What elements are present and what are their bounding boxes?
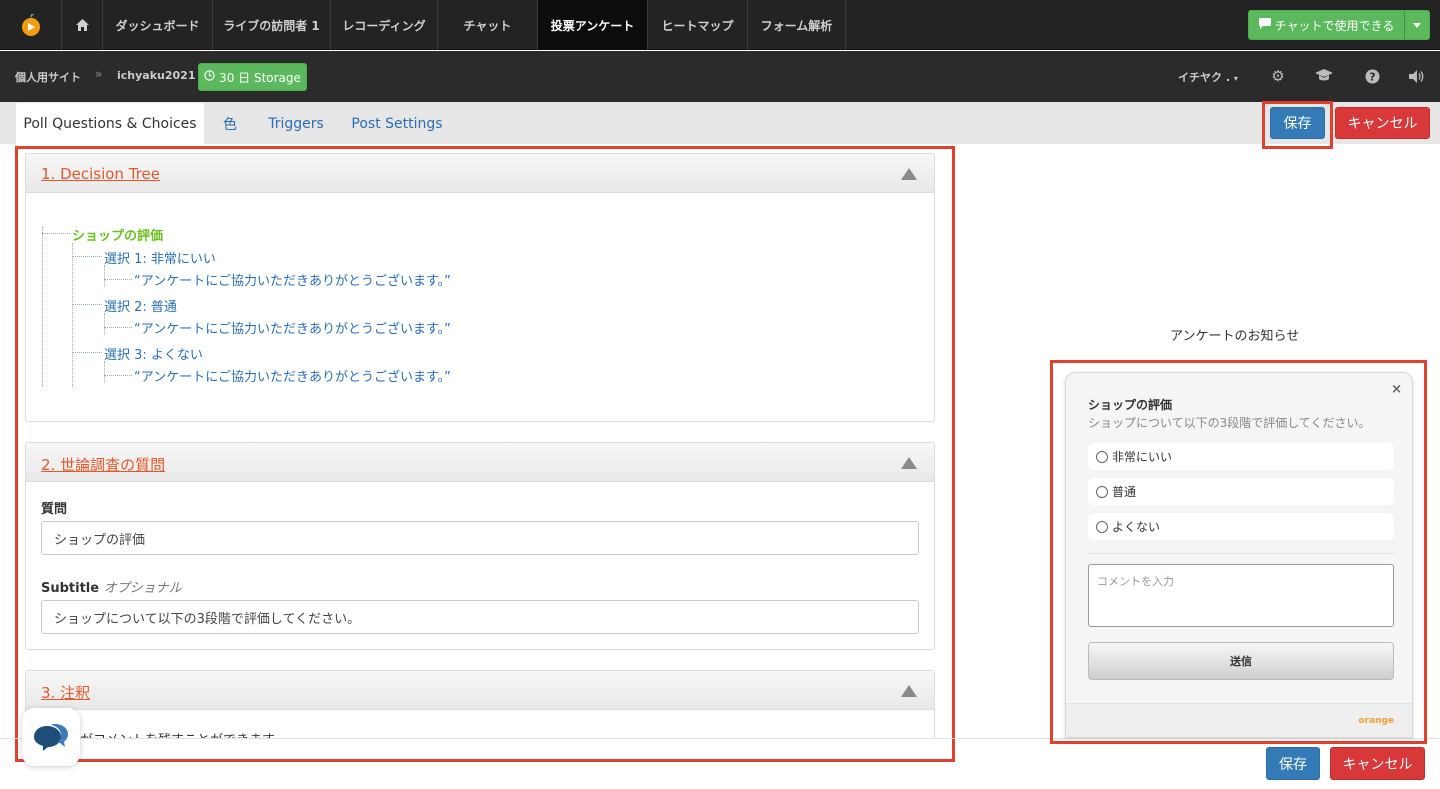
site-bar: 個人用サイト » ichyaku2021 30 日 Storage イチヤク .…	[0, 51, 1440, 102]
tree-line	[72, 352, 102, 353]
nav-polls[interactable]: 投票アンケート	[538, 0, 648, 50]
help-icon[interactable]: ?	[1361, 65, 1383, 87]
tab-triggers[interactable]: Triggers	[262, 103, 330, 144]
nav-live-visitors[interactable]: ライブの訪問者 1	[213, 0, 331, 50]
preview-heading: アンケートのお知らせ	[1170, 329, 1300, 344]
widget-option-label: 非常にいい	[1112, 450, 1173, 464]
radio-icon[interactable]	[1096, 450, 1108, 463]
subtitle-label: Subtitle オプショナル	[41, 577, 182, 596]
question-panel: 2. 世論調査の質問 質問 ショップの評価 Subtitle オプショナル ショ…	[25, 442, 935, 650]
user-menu[interactable]: イチヤク . ▾	[1178, 69, 1238, 85]
tree-line	[72, 256, 102, 257]
question-input[interactable]: ショップの評価	[41, 521, 919, 555]
tree-line	[104, 375, 132, 376]
speaker-icon[interactable]	[1406, 65, 1428, 87]
widget-option[interactable]: よくない	[1088, 513, 1394, 540]
top-navigation: ダッシュボード ライブの訪問者 1 レコーディング チャット 投票アンケート ヒ…	[0, 0, 1440, 50]
caret-down-icon[interactable]	[1405, 11, 1429, 39]
notes-panel-title[interactable]: 3. 注釈	[41, 682, 90, 703]
home-icon[interactable]	[62, 0, 103, 50]
collapse-icon[interactable]	[901, 685, 917, 697]
tree-choice[interactable]: 選択 1: 非常にいい	[104, 248, 216, 267]
decision-tree-panel: 1. Decision Tree ショップの評価 選択 1: 非常にいい “アン…	[25, 153, 935, 422]
widget-divider	[1088, 553, 1394, 554]
widget-option[interactable]: 普通	[1088, 478, 1394, 505]
radio-icon[interactable]	[1096, 485, 1108, 498]
svg-text:?: ?	[1369, 70, 1375, 83]
subtitle-label-text: Subtitle	[41, 581, 100, 596]
tree-line	[104, 313, 105, 335]
tree-line	[104, 279, 132, 280]
chat-available-button[interactable]: チャットで使用できる	[1248, 10, 1430, 40]
widget-subtitle: ショップについて以下の3段階で評価してください。	[1088, 416, 1371, 430]
nav-chat[interactable]: チャット	[438, 0, 538, 50]
tree-message[interactable]: “アンケートにご協力いただきありがとうございます。”	[134, 366, 451, 385]
tree-line	[42, 233, 70, 234]
subtitle-input[interactable]: ショップについて以下の3段階で評価してください。	[41, 600, 919, 634]
tab-poll-questions[interactable]: Poll Questions & Choices	[16, 103, 204, 144]
gear-icon[interactable]: ⚙	[1267, 65, 1289, 87]
tree-line	[42, 227, 43, 387]
nav-heatmaps[interactable]: ヒートマップ	[648, 0, 748, 50]
tree-line	[104, 265, 105, 287]
tree-root-question[interactable]: ショップの評価	[72, 225, 163, 244]
tree-line	[72, 304, 102, 305]
chat-button-label: チャットで使用できる	[1274, 18, 1395, 33]
graduation-cap-icon[interactable]	[1313, 65, 1335, 87]
tree-message[interactable]: “アンケートにご協力いただきありがとうございます。”	[134, 270, 451, 289]
tree-choice[interactable]: 選択 3: よくない	[104, 344, 203, 363]
tree-choice[interactable]: 選択 2: 普通	[104, 296, 177, 315]
breadcrumb-separator: »	[95, 67, 103, 81]
comment-textarea[interactable]: コメントを入力	[1088, 564, 1394, 627]
notes-header[interactable]: 3. 注釈	[26, 671, 934, 710]
storage-label: 30 日 Storage	[219, 70, 301, 85]
tab-post-settings[interactable]: Post Settings	[346, 103, 448, 144]
collapse-icon[interactable]	[901, 457, 917, 469]
app-logo-icon[interactable]	[0, 0, 62, 50]
tree-line	[104, 327, 132, 328]
collapse-icon[interactable]	[901, 168, 917, 180]
decision-tree-title[interactable]: 1. Decision Tree	[41, 165, 160, 183]
tab-colors[interactable]: 色	[212, 103, 248, 144]
tree-line	[72, 243, 73, 387]
question-panel-title[interactable]: 2. 世論調査の質問	[41, 454, 165, 475]
user-menu-label: イチヤク .	[1178, 71, 1231, 84]
tree-line	[104, 361, 105, 383]
nav-recordings[interactable]: レコーディング	[331, 0, 438, 50]
question-label: 質問	[41, 502, 68, 517]
clock-icon	[204, 70, 215, 84]
submit-button[interactable]: 送信	[1088, 642, 1394, 680]
save-button[interactable]: 保存	[1270, 107, 1325, 139]
chat-icon	[1258, 18, 1271, 32]
editor-scroll-area[interactable]: 1. Decision Tree ショップの評価 選択 1: 非常にいい “アン…	[16, 148, 952, 738]
radio-icon[interactable]	[1096, 520, 1108, 533]
account-name[interactable]: ichyaku2021	[117, 69, 195, 82]
site-selector[interactable]: 個人用サイト	[15, 69, 81, 85]
editor-tabs: Poll Questions & Choices 色 Triggers Post…	[0, 102, 1440, 144]
decision-tree-header[interactable]: 1. Decision Tree	[26, 154, 934, 193]
widget-question: ショップの評価	[1088, 398, 1173, 412]
tree-message[interactable]: “アンケートにご協力いただきありがとうございます。”	[134, 318, 451, 337]
nav-form-analytics[interactable]: フォーム解析	[748, 0, 846, 50]
storage-badge[interactable]: 30 日 Storage	[198, 63, 307, 91]
widget-option[interactable]: 非常にいい	[1088, 443, 1394, 470]
brand-logo: orange	[1358, 716, 1394, 726]
notes-panel: 3. 注釈 訪問者がコメントを残すことができます。	[25, 670, 935, 738]
cancel-button[interactable]: キャンセル	[1335, 107, 1430, 139]
chat-bubble-icon[interactable]	[22, 708, 80, 766]
footer-divider	[0, 738, 1440, 739]
optional-hint: オプショナル	[103, 581, 182, 596]
widget-option-label: よくない	[1112, 520, 1161, 534]
question-header[interactable]: 2. 世論調査の質問	[26, 443, 934, 482]
widget-option-label: 普通	[1112, 485, 1137, 499]
cancel-button-bottom[interactable]: キャンセル	[1330, 747, 1425, 780]
poll-widget-preview: × ショップの評価 ショップについて以下の3段階で評価してください。 非常にいい…	[1065, 372, 1413, 738]
close-icon[interactable]: ×	[1391, 382, 1402, 397]
save-button-bottom[interactable]: 保存	[1266, 747, 1320, 780]
nav-dashboard[interactable]: ダッシュボード	[103, 0, 213, 50]
widget-footer: orange	[1066, 703, 1412, 737]
